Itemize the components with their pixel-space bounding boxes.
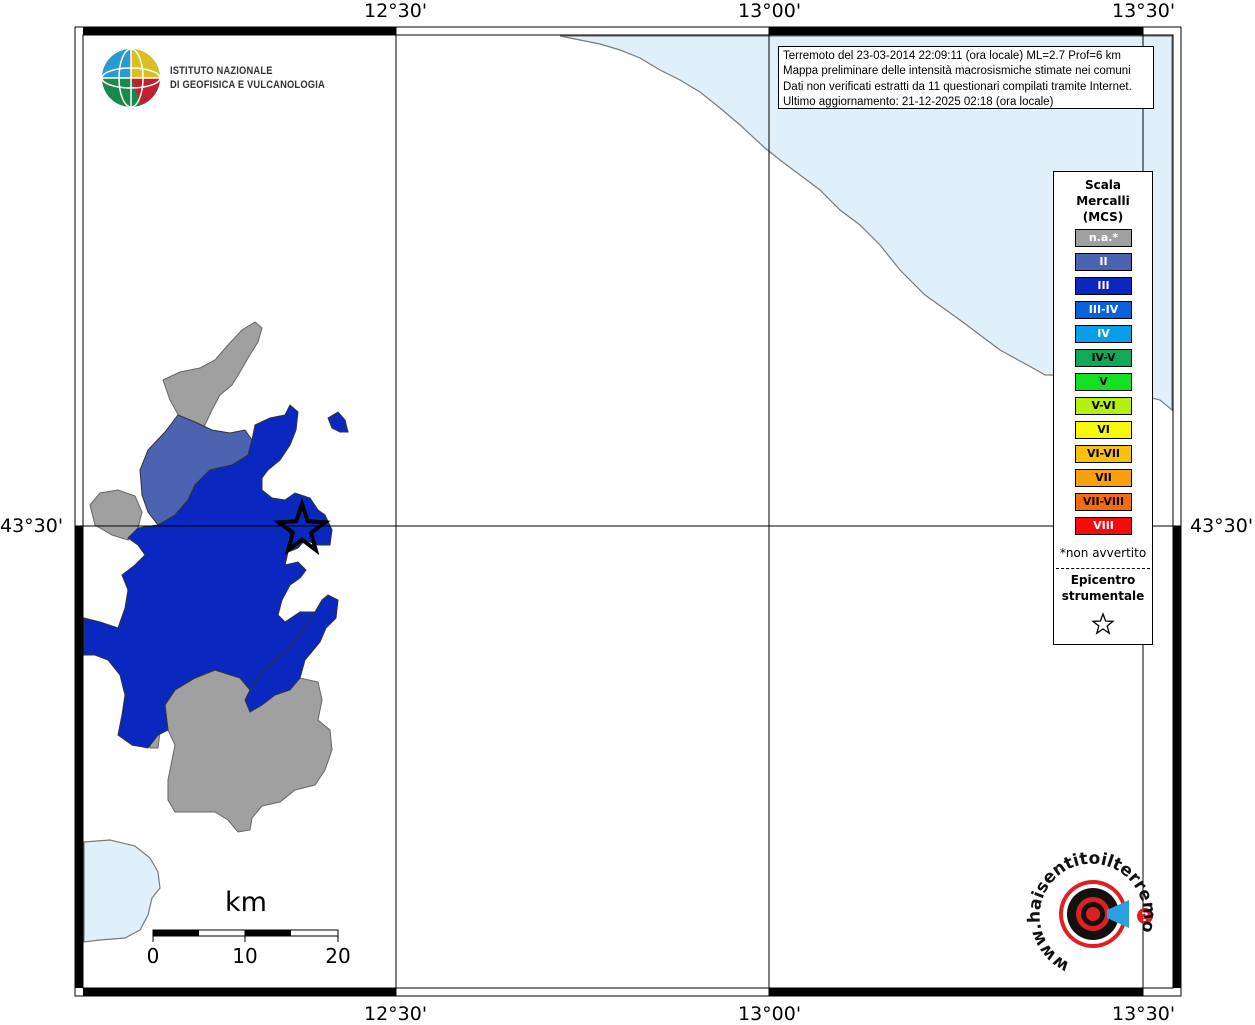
legend-item-0: n.a.* — [1075, 229, 1132, 247]
legend-title-line-3: (MCS) — [1082, 210, 1124, 224]
ingv-globe-logo-icon — [101, 48, 161, 108]
lon-label-bottom-2: 13°00' — [738, 1003, 802, 1025]
legend-title-line-1: Scala — [1084, 178, 1122, 192]
lon-label-top-3: 13°30' — [1112, 0, 1176, 22]
legend-item-3: III-IV — [1075, 301, 1132, 319]
lat-label-right: 43°30' — [1190, 515, 1254, 537]
legend-item-11: VII-VIII — [1075, 493, 1132, 511]
legend-epicenter-label: Epicentro strumentale — [1054, 572, 1152, 604]
info-line-4: Ultimo aggiornamento: 21-12-2025 02:18 (… — [783, 95, 1054, 108]
earthquake-info-box: Terremoto del 23-03-2014 22:09:11 (ora l… — [778, 46, 1154, 109]
info-line-2: Mappa preliminare delle intensità macros… — [783, 65, 1131, 78]
info-line-3: Dati non verificati estratti da 11 quest… — [783, 80, 1132, 93]
lon-label-top-2: 13°00' — [738, 0, 802, 22]
legend-item-8: VI — [1075, 421, 1132, 439]
legend-epicenter-line-2: strumentale — [1061, 589, 1145, 603]
legend-epicenter-line-1: Epicentro — [1070, 573, 1136, 587]
legend-separator — [1056, 568, 1150, 569]
legend-item-5: IV-V — [1075, 349, 1132, 367]
legend-item-1: II — [1075, 253, 1132, 271]
lat-label-left: 43°30' — [0, 515, 64, 537]
scale-unit-label: km — [225, 887, 267, 918]
scale-tick-0: 0 — [146, 944, 160, 968]
scale-tick-20: 20 — [325, 944, 351, 968]
intensity-legend: Scala Mercalli (MCS) n.a.* II III III-IV IV I… — [1053, 171, 1153, 645]
legend-title: Scala Mercalli (MCS) — [1054, 177, 1152, 225]
lon-label-bottom-1: 12°30' — [364, 1003, 428, 1025]
ingv-logo-line-2: DI GEOFISICA E VULCANOLOGIA — [170, 79, 325, 91]
legend-item-2: III — [1075, 277, 1132, 295]
ingv-logo-text: ISTITUTO NAZIONALE DI GEOFISICA E VULCAN… — [170, 64, 325, 92]
legend-note: *non avvertito — [1059, 546, 1147, 560]
legend-item-10: VII — [1075, 469, 1132, 487]
legend-star-icon — [1091, 612, 1115, 635]
legend-item-6: V — [1075, 373, 1132, 391]
legend-title-line-2: Mercalli — [1076, 194, 1130, 208]
ingv-logo-line-1: ISTITUTO NAZIONALE — [170, 65, 273, 77]
lon-label-bottom-3: 13°30' — [1112, 1003, 1176, 1025]
legend-item-4: IV — [1075, 325, 1132, 343]
info-line-1: Terremoto del 23-03-2014 22:09:11 (ora l… — [783, 50, 1121, 62]
lon-label-top-1: 12°30' — [364, 0, 428, 22]
legend-item-9: VI-VII — [1075, 445, 1132, 463]
scale-tick-10: 10 — [232, 944, 258, 968]
legend-item-7: V-VI — [1075, 397, 1132, 415]
legend-item-12: VIII — [1075, 517, 1132, 535]
